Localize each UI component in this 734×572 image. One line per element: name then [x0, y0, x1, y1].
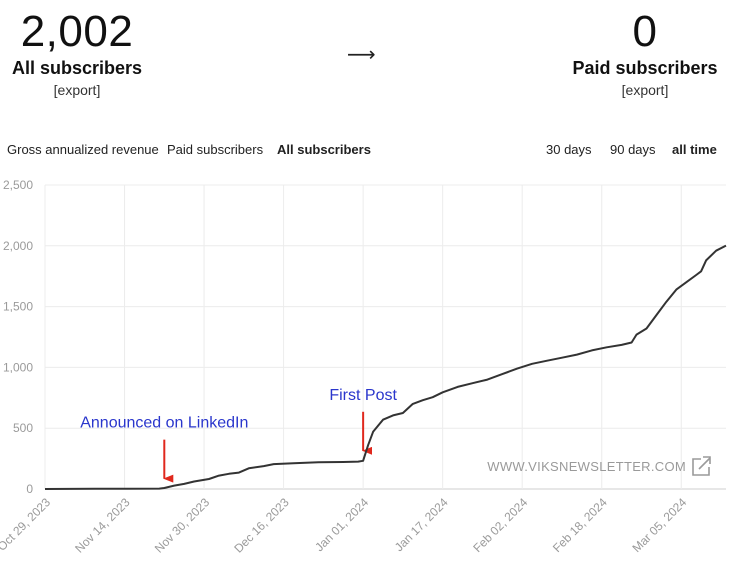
export-all-subscribers-link[interactable]: [export] — [54, 82, 101, 98]
x-tick-label: Mar 05, 2024 — [629, 495, 689, 555]
x-tick-label: Nov 14, 2023 — [72, 495, 133, 556]
tab-all-subscribers[interactable]: All subscribers — [277, 142, 371, 157]
paid-subscribers-label: Paid subscribers — [572, 58, 718, 78]
tab-90-days[interactable]: 90 days — [610, 142, 656, 157]
watermark-text: WWW.VIKSNEWSLETTER.COM — [487, 459, 686, 474]
x-tick-label: Feb 02, 2024 — [470, 495, 530, 555]
tab-gross-annualized-revenue[interactable]: Gross annualized revenue — [7, 142, 159, 157]
annotation-label: First Post — [329, 387, 397, 404]
paid-subscribers-stat: 0 Paid subscribers [export] — [560, 6, 730, 100]
export-paid-subscribers-link[interactable]: [export] — [622, 82, 669, 98]
y-tick-label: 1,500 — [3, 300, 33, 314]
tab-30-days[interactable]: 30 days — [546, 142, 592, 157]
all-subscribers-count: 2,002 — [20, 7, 134, 56]
all-subscribers-stat: 2,002 All subscribers [export] — [0, 6, 162, 100]
x-tick-label: Nov 30, 2023 — [152, 495, 213, 556]
y-tick-label: 1,000 — [3, 360, 33, 374]
annotation-label: Announced on LinkedIn — [80, 415, 248, 432]
tab-all-time[interactable]: all time — [672, 142, 717, 157]
y-tick-label: 2,000 — [3, 239, 33, 253]
all-subscribers-series-line — [44, 244, 727, 490]
y-tick-label: 500 — [13, 421, 33, 435]
paid-subscribers-count: 0 — [632, 7, 658, 56]
external-link-icon — [692, 456, 711, 476]
tab-paid-subscribers[interactable]: Paid subscribers — [167, 142, 263, 157]
x-tick-label: Oct 29, 2023 — [0, 495, 53, 554]
x-tick-label: Jan 17, 2024 — [392, 495, 451, 554]
y-tick-label: 2,500 — [3, 178, 33, 192]
x-tick-label: Feb 18, 2024 — [550, 495, 610, 555]
x-tick-label: Jan 01, 2024 — [312, 495, 371, 554]
x-tick-label: Dec 16, 2023 — [231, 495, 292, 556]
y-tick-label: 0 — [26, 482, 33, 496]
all-subscribers-label: All subscribers — [11, 58, 143, 78]
arrow-right-icon: ⟶ — [347, 44, 376, 66]
